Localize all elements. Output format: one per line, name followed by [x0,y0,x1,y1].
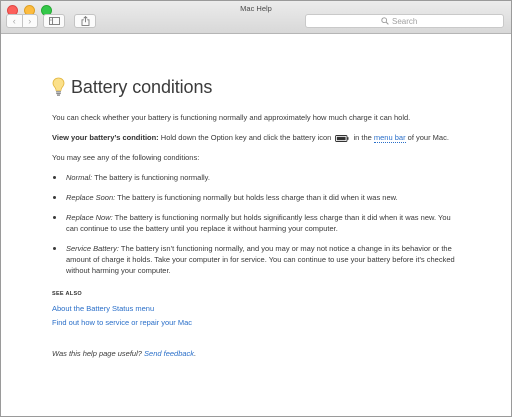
titlebar: Mac Help ‹ › [1,1,511,34]
condition-term: Service Battery: [66,244,119,253]
condition-text: The battery is functioning normally. [92,173,210,182]
chevron-left-icon: ‹ [12,15,16,26]
help-article: Battery conditions You can check whether… [52,76,462,359]
feedback-period: . [194,349,197,358]
search-field[interactable] [305,14,504,28]
share-button[interactable] [74,14,96,28]
search-input[interactable] [392,16,428,26]
back-button[interactable]: ‹ [7,15,22,27]
list-item: Replace Now: The battery is functioning … [52,212,462,234]
condition-text: The battery isn’t functioning normally, … [66,244,455,275]
page-title: Battery conditions [71,76,213,97]
battery-icon [335,134,349,142]
sidebar-icon [48,17,60,25]
list-item: Service Battery: The battery isn’t funct… [52,243,462,276]
forward-button[interactable]: › [21,15,38,27]
feedback-line: Was this help page useful? Send feedback… [52,348,462,359]
lightbulb-icon [52,77,65,96]
condition-text: The battery is functioning normally but … [115,193,398,202]
navigation-buttons: ‹ › [6,14,38,28]
intro-paragraph: You can check whether your battery is fu… [52,113,411,122]
condition-term: Replace Now: [66,213,113,222]
send-feedback-link[interactable]: Send feedback [144,349,194,358]
conditions-intro: You may see any of the following conditi… [52,153,200,162]
condition-term: Normal: [66,173,93,182]
see-also-links: About the Battery Status menu Find out h… [52,303,462,328]
view-condition-text: Hold down the Option key and click the b… [158,133,334,142]
view-condition-paragraph: View your battery’s condition: Hold down… [52,132,462,143]
view-condition-text-end: of your Mac. [405,133,449,142]
conditions-list: Normal: The battery is functioning norma… [52,172,462,276]
condition-text: The battery is functioning normally but … [66,213,451,233]
battery-status-menu-link[interactable]: About the Battery Status menu [52,303,462,314]
chevron-right-icon: › [28,15,32,26]
feedback-question: Was this help page useful? [52,349,145,358]
search-icon [381,17,389,25]
service-repair-link[interactable]: Find out how to service or repair your M… [52,317,462,328]
view-condition-text-middle: in the [351,133,374,142]
view-condition-label: View your battery’s condition: [52,133,159,142]
list-item: Normal: The battery is functioning norma… [52,172,462,183]
share-icon [81,16,89,26]
window-title: Mac Help [240,4,272,13]
see-also-heading: SEE ALSO [52,291,83,297]
list-item: Replace Soon: The battery is functioning… [52,192,462,203]
condition-term: Replace Soon: [66,193,116,202]
sidebar-toggle-button[interactable] [43,14,65,28]
menu-bar-link[interactable]: menu bar [373,133,406,143]
article-header: Battery conditions [52,76,462,98]
help-window: Mac Help ‹ › Search Battery conditions Y… [0,0,512,417]
